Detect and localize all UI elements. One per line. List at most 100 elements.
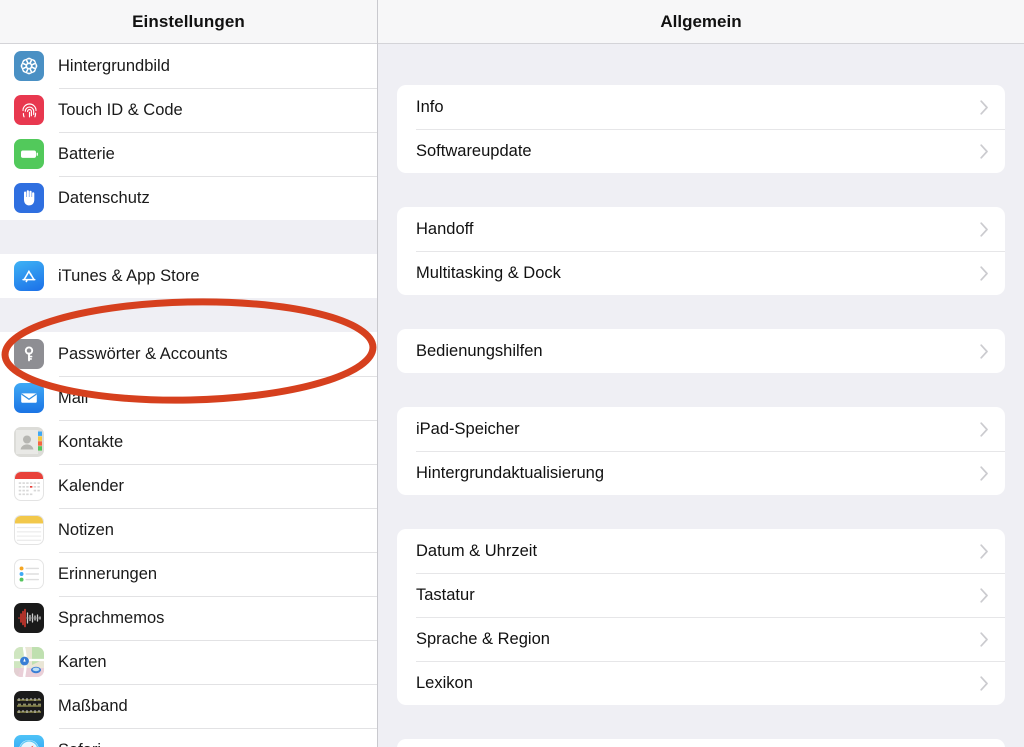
top-spacer xyxy=(397,44,1005,85)
fingerprint-icon xyxy=(14,95,44,125)
sidebar-item-mail[interactable]: Mail xyxy=(0,376,377,420)
sidebar-item-datenschutz[interactable]: Datenschutz xyxy=(0,176,377,220)
notes-icon xyxy=(14,515,44,545)
sidebar-item-label: Kalender xyxy=(58,476,125,495)
sidebar-item-label: Touch ID & Code xyxy=(58,100,183,119)
detail-group: iPad-Speicher Hintergrundaktualisierung xyxy=(397,407,1005,495)
settings-sidebar: Einstellungen Hintergrundbild Touch ID &… xyxy=(0,0,377,747)
sidebar-item-passwoerter-accounts[interactable]: Passwörter & Accounts xyxy=(0,332,377,376)
detail-group: Bedienungshilfen xyxy=(397,329,1005,373)
detail-header: Allgemein xyxy=(378,0,1024,44)
sidebar-item-label: Karten xyxy=(58,652,107,671)
sidebar-header: Einstellungen xyxy=(0,0,377,44)
detail-item-label: Lexikon xyxy=(416,673,473,692)
chevron-right-icon xyxy=(980,587,988,603)
sidebar-group-gap xyxy=(0,220,377,254)
sidebar-title: Einstellungen xyxy=(132,11,245,31)
detail-item-lexikon[interactable]: Lexikon xyxy=(397,661,1005,705)
chevron-right-icon xyxy=(980,675,988,691)
detail-group-partial xyxy=(397,739,1005,747)
allgemein-detail-pane: Allgemein Info Softwareupdate Handoff Mu… xyxy=(378,0,1024,747)
detail-item-label: Tastatur xyxy=(416,585,475,604)
sidebar-item-label: Sprachmemos xyxy=(58,608,165,627)
sidebar-item-notizen[interactable]: Notizen xyxy=(0,508,377,552)
detail-item-bedienungshilfen[interactable]: Bedienungshilfen xyxy=(397,329,1005,373)
sidebar-group-gap xyxy=(0,298,377,332)
sidebar-item-label: Batterie xyxy=(58,144,115,163)
detail-item-info[interactable]: Info xyxy=(397,85,1005,129)
hand-privacy-icon xyxy=(14,183,44,213)
sidebar-item-karten[interactable]: Karten xyxy=(0,640,377,684)
sidebar-item-label: Erinnerungen xyxy=(58,564,158,583)
detail-group: Handoff Multitasking & Dock xyxy=(397,207,1005,295)
sidebar-item-label: Notizen xyxy=(58,520,114,539)
sidebar-item-hintergrundbild[interactable]: Hintergrundbild xyxy=(0,44,377,88)
sidebar-item-erinnerungen[interactable]: Erinnerungen xyxy=(0,552,377,596)
sidebar-item-kontakte[interactable]: Kontakte xyxy=(0,420,377,464)
sidebar-item-kalender[interactable]: Kalender xyxy=(0,464,377,508)
calendar-icon xyxy=(14,471,44,501)
detail-item-label: Sprache & Region xyxy=(416,629,550,648)
detail-item-label: Softwareupdate xyxy=(416,141,532,160)
sidebar-item-label: Passwörter & Accounts xyxy=(58,344,228,363)
detail-item-label: Bedienungshilfen xyxy=(416,341,543,360)
detail-group: Datum & Uhrzeit Tastatur Sprache & Regio… xyxy=(397,529,1005,705)
mail-envelope-icon xyxy=(14,383,44,413)
sidebar-item-batterie[interactable]: Batterie xyxy=(0,132,377,176)
sidebar-group: Passwörter & Accounts Mail Kontakte Kale… xyxy=(0,332,377,747)
detail-item-ipad-speicher[interactable]: iPad-Speicher xyxy=(397,407,1005,451)
chevron-right-icon xyxy=(980,221,988,237)
detail-item-label: Handoff xyxy=(416,219,474,238)
battery-icon xyxy=(14,139,44,169)
sidebar-item-label: Safari xyxy=(58,741,101,747)
pane-divider xyxy=(377,0,378,747)
chevron-right-icon xyxy=(980,543,988,559)
wallpaper-icon xyxy=(14,51,44,81)
detail-item-softwareupdate[interactable]: Softwareupdate xyxy=(397,129,1005,173)
detail-item-label: iPad-Speicher xyxy=(416,419,520,438)
chevron-right-icon xyxy=(980,631,988,647)
app-store-icon xyxy=(14,261,44,291)
key-icon xyxy=(14,339,44,369)
chevron-right-icon xyxy=(980,143,988,159)
detail-item-handoff[interactable]: Handoff xyxy=(397,207,1005,251)
detail-item-sprache-region[interactable]: Sprache & Region xyxy=(397,617,1005,661)
sidebar-item-itunes-app-store[interactable]: iTunes & App Store xyxy=(0,254,377,298)
sidebar-item-safari[interactable]: Safari xyxy=(0,728,377,747)
page-title: Allgemein xyxy=(660,11,742,31)
sidebar-item-label: Mail xyxy=(58,388,89,407)
detail-item-label: Datum & Uhrzeit xyxy=(416,541,538,560)
sidebar-item-label: Hintergrundbild xyxy=(58,56,170,75)
detail-body: Info Softwareupdate Handoff Multitasking… xyxy=(378,44,1024,747)
sidebar-group: Hintergrundbild Touch ID & Code Batterie… xyxy=(0,44,377,220)
chevron-right-icon xyxy=(980,265,988,281)
detail-item-tastatur[interactable]: Tastatur xyxy=(397,573,1005,617)
reminders-icon xyxy=(14,559,44,589)
detail-item-hintergrundaktualisierung[interactable]: Hintergrundaktualisierung xyxy=(397,451,1005,495)
detail-item-multitasking-dock[interactable]: Multitasking & Dock xyxy=(397,251,1005,295)
sidebar-item-sprachmemos[interactable]: Sprachmemos xyxy=(0,596,377,640)
ipad-settings-screen: Einstellungen Hintergrundbild Touch ID &… xyxy=(0,0,1024,747)
measure-icon xyxy=(14,691,44,721)
chevron-right-icon xyxy=(980,465,988,481)
voice-memos-icon xyxy=(14,603,44,633)
detail-item-label: Info xyxy=(416,97,444,116)
sidebar-item-label: Kontakte xyxy=(58,432,124,451)
sidebar-item-touch-id-code[interactable]: Touch ID & Code xyxy=(0,88,377,132)
detail-item-datum-uhrzeit[interactable]: Datum & Uhrzeit xyxy=(397,529,1005,573)
sidebar-item-label: Maßband xyxy=(58,696,128,715)
detail-item-label: Multitasking & Dock xyxy=(416,263,561,282)
chevron-right-icon xyxy=(980,421,988,437)
sidebar-item-massband[interactable]: Maßband xyxy=(0,684,377,728)
sidebar-item-label: iTunes & App Store xyxy=(58,266,200,285)
chevron-right-icon xyxy=(980,99,988,115)
detail-item-label: Hintergrundaktualisierung xyxy=(416,463,605,482)
contacts-icon xyxy=(14,427,44,457)
maps-icon xyxy=(14,647,44,677)
sidebar-group: iTunes & App Store xyxy=(0,254,377,298)
chevron-right-icon xyxy=(980,343,988,359)
